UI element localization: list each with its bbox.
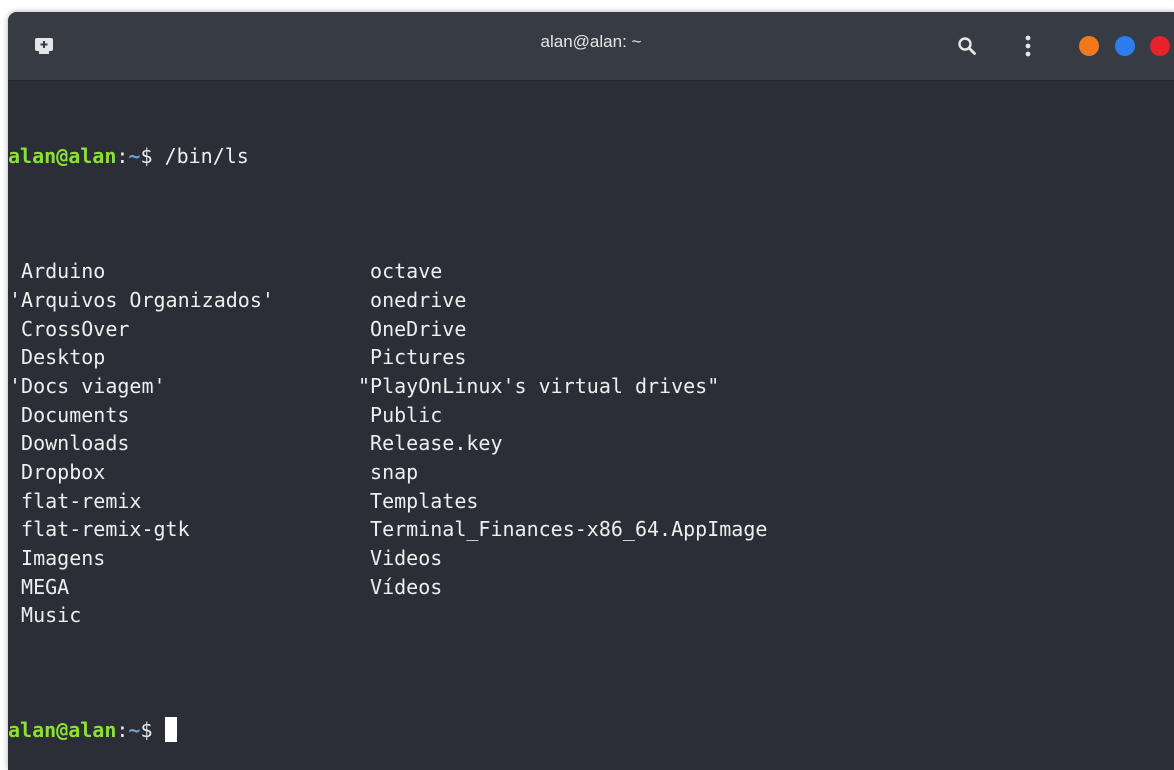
prompt-colon: :: [116, 144, 129, 169]
listing-entry-right: Vídeos: [358, 574, 443, 599]
listing-entry-left: Downloads: [9, 431, 130, 456]
listing-entry-left: Dropbox: [9, 460, 106, 485]
listing-entry-right: OneDrive: [358, 316, 467, 341]
listing-row: Arduino octave: [8, 257, 1174, 286]
listing-row: Music: [8, 601, 1174, 630]
listing-row: MEGA Vídeos: [8, 573, 1174, 602]
listing-entry-right: Release.key: [358, 431, 503, 456]
listing-entry-left: MEGA: [9, 574, 70, 599]
listing-row: CrossOver OneDrive: [8, 315, 1174, 344]
prompt-symbol: $: [140, 718, 165, 743]
listing-entry-left: Documents: [9, 402, 130, 427]
terminal-window: alan@alan: ~ alan@alan:~$ /bin/ls Arduin…: [8, 12, 1174, 770]
minimize-button[interactable]: [1079, 36, 1099, 56]
listing-entry-left: flat-remix-gtk: [9, 517, 190, 542]
listing-entry-right: "PlayOnLinux's virtual drives": [358, 373, 720, 398]
command-text: /bin/ls: [164, 144, 249, 169]
prompt-colon: :: [116, 718, 129, 743]
listing-row: Downloads Release.key: [8, 429, 1174, 458]
listing-row: Documents Public: [8, 401, 1174, 430]
listing-entry-left: Imagens: [9, 546, 106, 571]
prompt-symbol: $: [140, 144, 165, 169]
maximize-button[interactable]: [1115, 36, 1135, 56]
listing-entry-left: 'Docs viagem': [9, 373, 166, 398]
window-title: alan@alan: ~: [540, 32, 642, 51]
listing-row: flat-remix Templates: [8, 487, 1174, 516]
command-line: alan@alan:~$ /bin/ls: [8, 142, 1174, 171]
listing-entry-right: onedrive: [358, 287, 467, 312]
terminal-output[interactable]: alan@alan:~$ /bin/ls Arduino octave 'Arqu…: [8, 85, 1174, 770]
listing-entry-left: Music: [9, 603, 82, 628]
title-bar[interactable]: alan@alan: ~: [8, 12, 1174, 81]
kebab-menu-icon[interactable]: [1018, 34, 1038, 58]
listing-row: Imagens Videos: [8, 544, 1174, 573]
listing-row: 'Arquivos Organizados' onedrive: [8, 286, 1174, 315]
prompt-path: ~: [128, 718, 141, 743]
listing-entry-right: Videos: [358, 546, 443, 571]
search-icon[interactable]: [957, 36, 977, 56]
prompt-user-host: alan@alan: [8, 718, 117, 743]
listing-entry-left: flat-remix: [9, 488, 142, 513]
listing-row: flat-remix-gtk Terminal_Finances-x86_64.…: [8, 515, 1174, 544]
close-button[interactable]: [1150, 36, 1170, 56]
listing-entry-right: Pictures: [358, 345, 467, 370]
current-prompt-line[interactable]: alan@alan:~$: [8, 716, 1174, 745]
listing-row: Desktop Pictures: [8, 343, 1174, 372]
listing-entry-left: 'Arquivos Organizados': [9, 287, 274, 312]
ls-listing: Arduino octave 'Arquivos Organizados' one…: [8, 257, 1174, 630]
listing-entry-left: Desktop: [9, 345, 106, 370]
prompt-path: ~: [128, 144, 141, 169]
listing-entry-right: Public: [358, 402, 443, 427]
listing-entry-left: CrossOver: [9, 316, 130, 341]
listing-entry-right: snap: [358, 460, 419, 485]
listing-row: Dropbox snap: [8, 458, 1174, 487]
listing-row: 'Docs viagem' "PlayOnLinux's virtual driv…: [8, 372, 1174, 401]
listing-entry-right: Terminal_Finances-x86_64.AppImage: [358, 517, 768, 542]
listing-entry-right: octave: [358, 259, 443, 284]
listing-entry-right: Templates: [358, 488, 479, 513]
prompt-user-host: alan@alan: [8, 144, 117, 169]
text-cursor: [164, 717, 177, 743]
listing-entry-left: Arduino: [9, 259, 106, 284]
